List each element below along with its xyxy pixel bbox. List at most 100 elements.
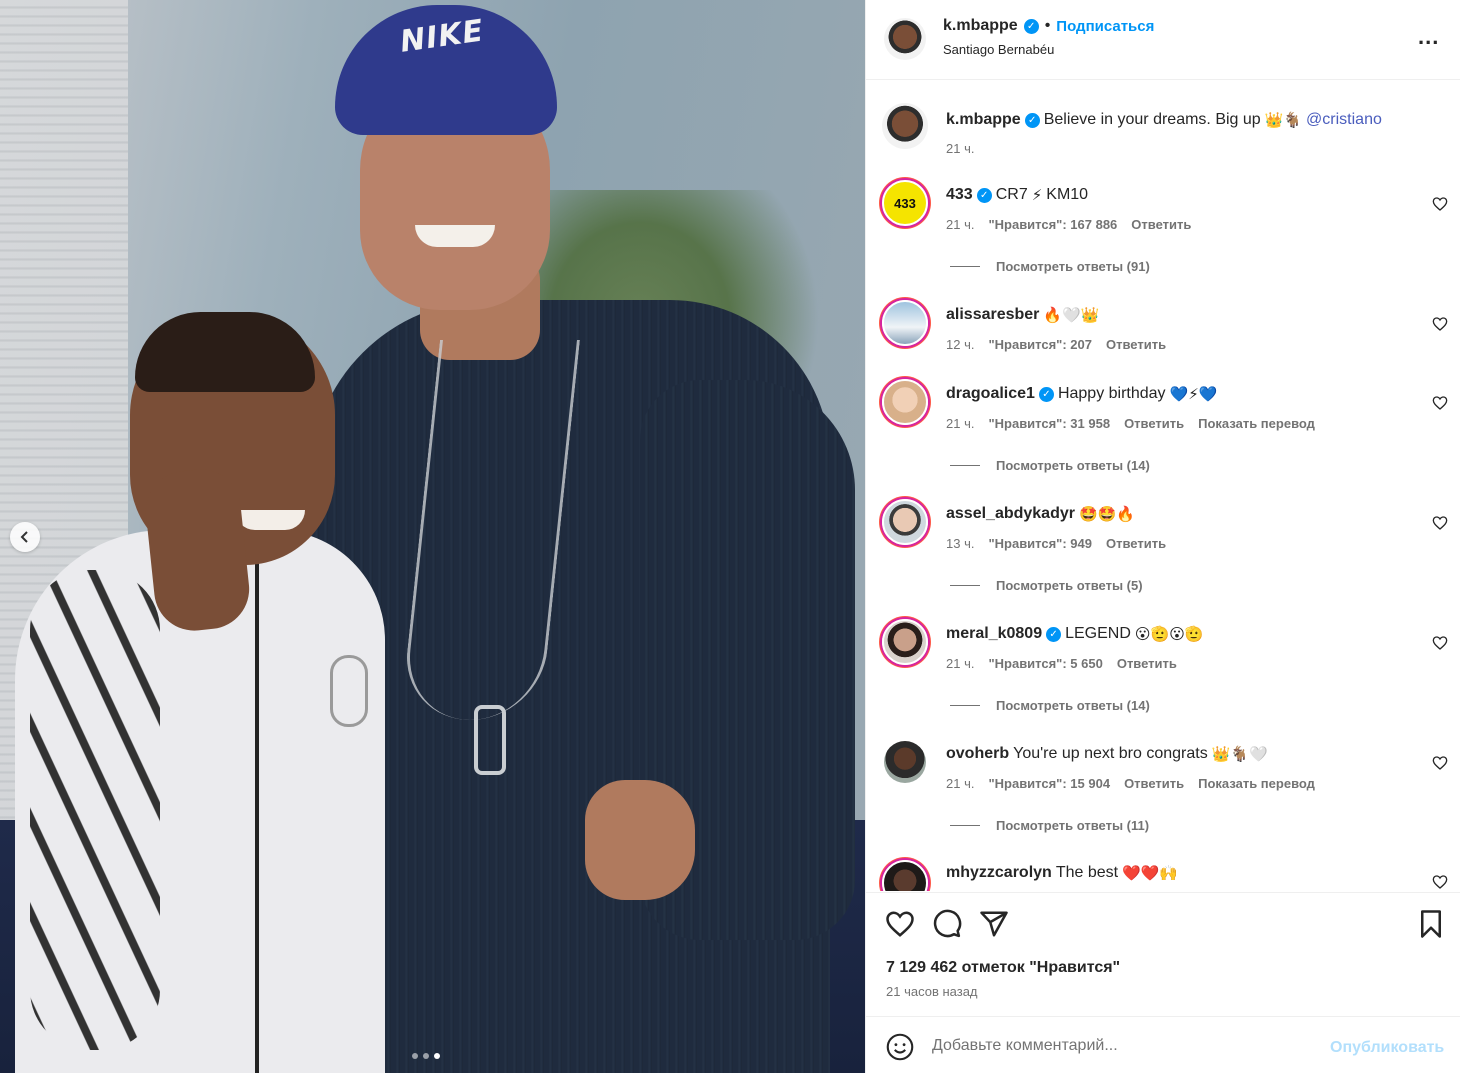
reply-button[interactable]: Ответить — [1131, 217, 1191, 232]
location-link[interactable]: Santiago Bernabéu — [943, 42, 1054, 57]
like-comment-heart-icon[interactable] — [1432, 755, 1448, 771]
reply-button[interactable]: Ответить — [1124, 776, 1184, 791]
comment-text: CR7 — [995, 186, 1028, 203]
follow-button[interactable]: Подписаться — [1056, 18, 1154, 35]
comment-time: 21 ч. — [946, 776, 975, 791]
comment-username[interactable]: mhyzzcarolyn — [946, 864, 1052, 882]
view-replies-label: Посмотреть ответы (14) — [996, 698, 1150, 713]
view-replies-button[interactable]: Посмотреть ответы (11) — [950, 818, 1149, 833]
carousel-dot — [412, 1053, 418, 1059]
comment-avatar[interactable] — [882, 300, 928, 346]
comment-avatar[interactable] — [882, 379, 928, 425]
reply-button[interactable]: Ответить — [1124, 416, 1184, 431]
comment-text: KM10 — [1046, 186, 1089, 203]
jacket-stripes — [30, 570, 160, 1050]
replies-divider — [950, 585, 980, 586]
separator: • — [1044, 17, 1051, 34]
verified-badge-icon: ✓ — [976, 187, 992, 203]
replies-divider — [950, 266, 980, 267]
carousel-dot-active — [434, 1053, 440, 1059]
caption-mention-link[interactable]: @cristiano — [1306, 111, 1382, 129]
replies-divider — [950, 705, 980, 706]
jacket-zipper — [255, 560, 259, 1073]
comment-time: 21 ч. — [946, 217, 975, 232]
like-comment-heart-icon[interactable] — [1432, 196, 1448, 212]
caption-emoji: 👑🐐 — [1264, 111, 1303, 129]
comment-likes[interactable]: "Нравится": 5 650 — [988, 656, 1102, 671]
boy-hair — [135, 312, 315, 392]
like-count[interactable]: 7 129 462 отметок "Нравится" — [886, 959, 1120, 977]
verified-badge-icon: ✓ — [1023, 18, 1039, 34]
author-avatar[interactable] — [884, 18, 926, 60]
comments-list[interactable]: k.mbappe ✓ Believe in your dreams. Big u… — [866, 81, 1460, 891]
comment-username[interactable]: dragoalice1 — [946, 385, 1035, 403]
comment-likes[interactable]: "Нравится": 167 886 — [988, 217, 1117, 232]
post-timestamp: 21 часов назад — [886, 984, 978, 999]
post-photo[interactable]: NIKE — [0, 0, 865, 1073]
comment-emoji: ❤️❤️🙌 — [1122, 864, 1179, 882]
comment-avatar[interactable] — [884, 741, 926, 783]
comment-text: LEGEND — [1065, 625, 1131, 642]
dog-tag — [474, 705, 506, 775]
comment-username[interactable]: meral_k0809 — [946, 625, 1042, 643]
thumbs-up-hand — [585, 780, 695, 900]
view-replies-button[interactable]: Посмотреть ответы (5) — [950, 578, 1143, 593]
comment-likes[interactable]: "Нравится": 15 904 — [988, 776, 1110, 791]
comment-time: 13 ч. — [946, 536, 975, 551]
view-replies-label: Посмотреть ответы (11) — [996, 818, 1150, 833]
author-username[interactable]: k.mbappe — [943, 17, 1018, 35]
like-comment-heart-icon[interactable] — [1432, 515, 1448, 531]
comment-text: The best — [1055, 864, 1119, 881]
publish-comment-button[interactable]: Опубликовать — [1330, 1039, 1444, 1057]
comment-text: Happy birthday — [1057, 385, 1166, 402]
comment-username[interactable]: assel_abdykadyr — [946, 505, 1075, 523]
post-actions: 7 129 462 отметок "Нравится" 21 часов на… — [866, 892, 1460, 1016]
comment-likes[interactable]: "Нравится": 949 — [988, 536, 1092, 551]
comment-username[interactable]: 433 — [946, 186, 973, 204]
reply-button[interactable]: Ответить — [1106, 536, 1166, 551]
comment-avatar[interactable]: 433 — [882, 180, 928, 226]
comment-likes[interactable]: "Нравится": 207 — [988, 337, 1092, 352]
reply-button[interactable]: Ответить — [1117, 656, 1177, 671]
comment-emoji: 🔥🤍👑 — [1043, 306, 1100, 324]
peace-sign-hand — [141, 465, 254, 635]
like-comment-heart-icon[interactable] — [1432, 395, 1448, 411]
view-replies-label: Посмотреть ответы (91) — [996, 259, 1150, 274]
reply-button[interactable]: Ответить — [1106, 337, 1166, 352]
save-bookmark-icon[interactable] — [1416, 909, 1446, 939]
comment-avatar[interactable] — [882, 860, 928, 891]
share-paper-plane-icon[interactable] — [979, 909, 1009, 939]
comment-username[interactable]: ovoherb — [946, 745, 1009, 763]
verified-badge-icon: ✓ — [1046, 626, 1062, 642]
comment-composer: Опубликовать — [866, 1016, 1460, 1073]
post-header: k.mbappe ✓ • Подписаться Santiago Bernab… — [866, 0, 1460, 80]
comment-emoji: 🤩🤩🔥 — [1078, 505, 1136, 523]
caption-username[interactable]: k.mbappe — [946, 111, 1021, 129]
view-replies-button[interactable]: Посмотреть ответы (14) — [950, 698, 1150, 713]
comment-time: 21 ч. — [946, 416, 975, 431]
carousel-prev-button[interactable] — [10, 522, 40, 552]
comment-avatar[interactable] — [882, 499, 928, 545]
comment-avatar[interactable] — [882, 619, 928, 665]
comment-time: 12 ч. — [946, 337, 975, 352]
comment-likes[interactable]: "Нравится": 31 958 — [988, 416, 1110, 431]
like-heart-icon[interactable] — [885, 909, 915, 939]
like-comment-heart-icon[interactable] — [1432, 635, 1448, 651]
emoji-picker-icon[interactable] — [886, 1033, 914, 1061]
show-translation-button[interactable]: Показать перевод — [1198, 416, 1315, 431]
like-comment-heart-icon[interactable] — [1432, 874, 1448, 890]
comment-bubble-icon[interactable] — [932, 909, 962, 939]
more-options-icon[interactable]: ... — [1418, 24, 1439, 50]
view-replies-button[interactable]: Посмотреть ответы (91) — [950, 259, 1150, 274]
view-replies-label: Посмотреть ответы (14) — [996, 458, 1150, 473]
man-smile — [415, 225, 495, 247]
club-crest — [330, 655, 368, 727]
comment-time: 21 ч. — [946, 656, 975, 671]
comment-input[interactable] — [932, 1031, 1312, 1061]
boy-smile — [235, 510, 305, 530]
caption-avatar[interactable] — [882, 103, 928, 149]
view-replies-button[interactable]: Посмотреть ответы (14) — [950, 458, 1150, 473]
show-translation-button[interactable]: Показать перевод — [1198, 776, 1315, 791]
like-comment-heart-icon[interactable] — [1432, 316, 1448, 332]
comment-username[interactable]: alissaresber — [946, 306, 1039, 324]
